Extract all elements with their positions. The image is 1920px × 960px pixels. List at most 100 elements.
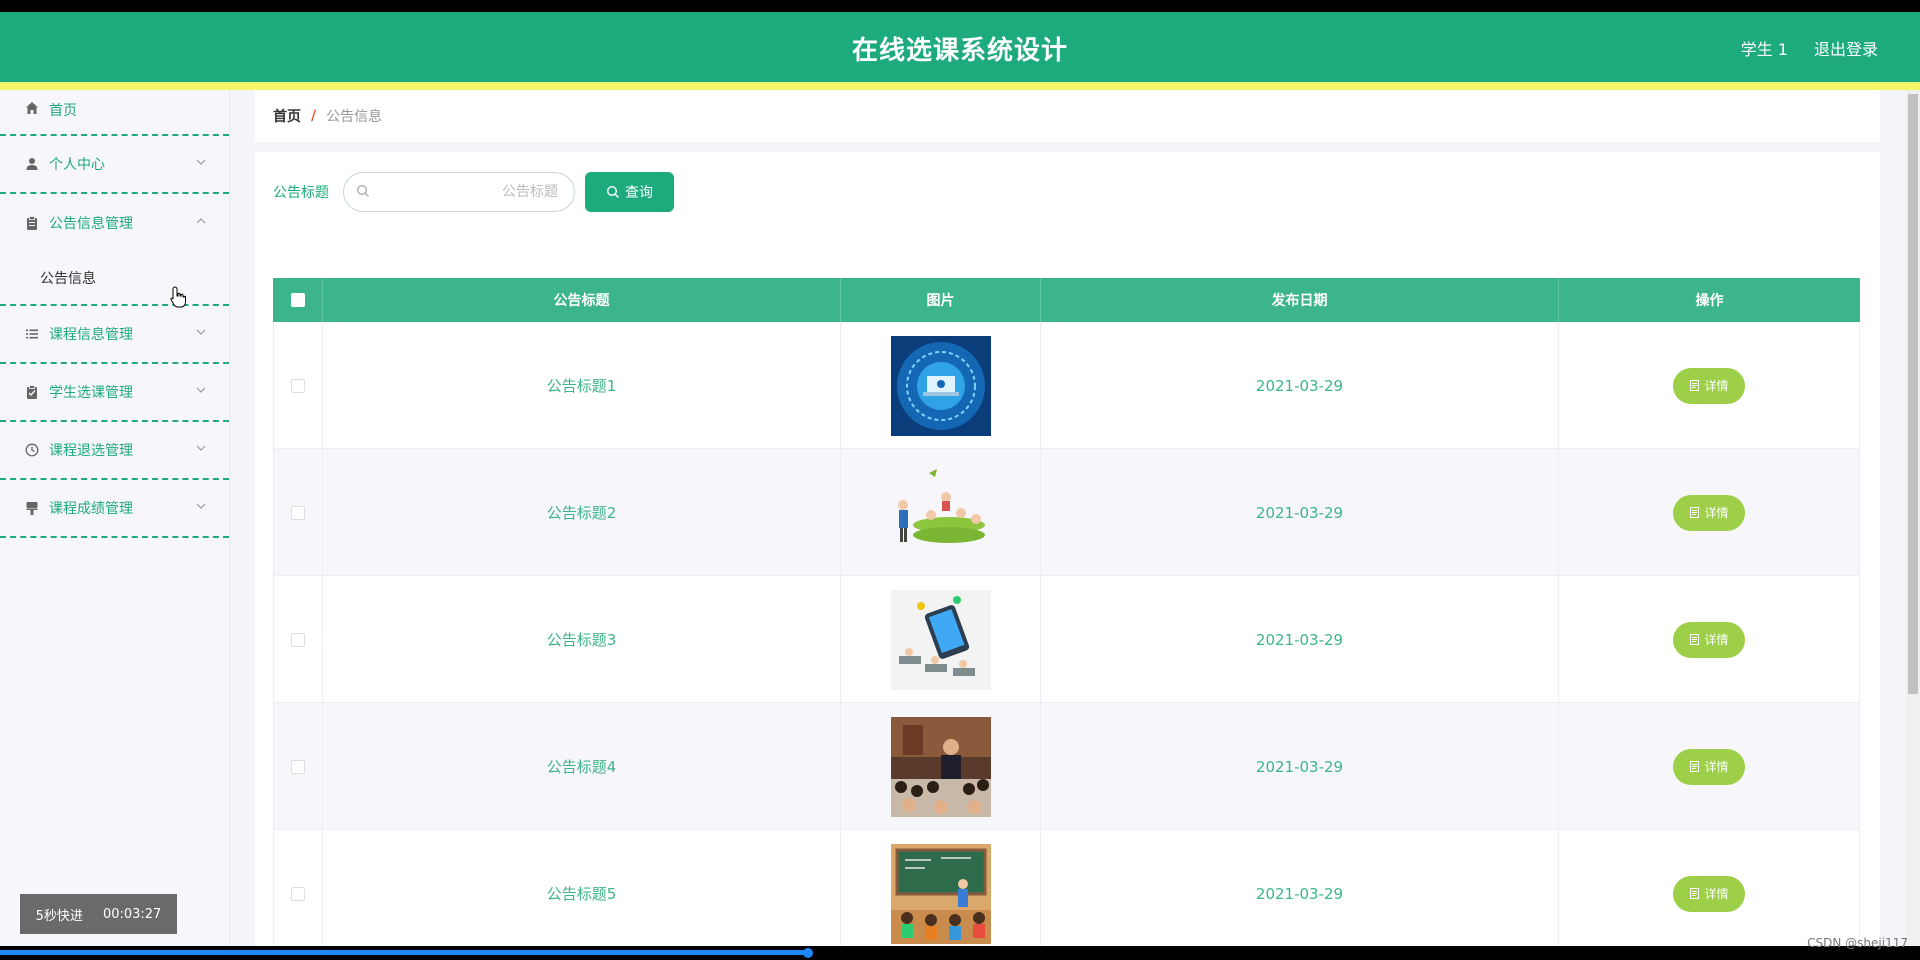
- list-icon: [24, 326, 40, 342]
- row-checkbox[interactable]: [291, 759, 305, 774]
- fast-forward-label: 5秒快进: [35, 908, 83, 924]
- scrollbar-thumb[interactable]: [1908, 94, 1918, 694]
- chevron-down-icon: [195, 384, 207, 396]
- search-field[interactable]: [343, 172, 575, 212]
- current-user[interactable]: 学生 1: [1741, 36, 1788, 60]
- watermark: CSDN @sheji117: [1807, 936, 1908, 950]
- header-select-all: [273, 278, 323, 322]
- document-icon: [1690, 507, 1700, 518]
- notice-table: 公告标题 图片 发布日期 操作 公告标题1 2021-03-29 详情 公告标题…: [273, 278, 1860, 946]
- detail-button-label: 详情: [1704, 760, 1729, 774]
- main-content: 首页 / 公告信息 公告标题 查询 公告标题 图片 发布日期: [255, 90, 1880, 946]
- detail-button[interactable]: 详情: [1673, 367, 1745, 404]
- document-icon: [1690, 761, 1700, 772]
- table-row: 公告标题1 2021-03-29 详情: [273, 322, 1860, 449]
- sidebar-item-label: 课程信息管理: [49, 327, 133, 343]
- hand-cursor-icon: [170, 286, 186, 313]
- detail-button[interactable]: 详情: [1673, 748, 1745, 785]
- app-title: 在线选课系统设计: [851, 36, 1068, 66]
- notice-title[interactable]: 公告标题4: [547, 756, 617, 777]
- detail-button-label: 详情: [1704, 887, 1729, 901]
- breadcrumb-separator: /: [311, 108, 317, 124]
- app-header: 在线选课系统设计 学生 1 退出登录: [0, 12, 1920, 82]
- sidebar-item-notice-management[interactable]: 公告信息管理: [0, 194, 229, 252]
- search-icon: [356, 184, 370, 198]
- breadcrumb-home[interactable]: 首页: [273, 106, 301, 126]
- document-icon: [1690, 888, 1700, 899]
- sidebar-subitem-label: 公告信息: [40, 271, 96, 287]
- table-row: 公告标题4 2021-03-29 详情: [273, 703, 1860, 830]
- video-progress-bar[interactable]: [0, 946, 1920, 960]
- table-header: 公告标题 图片 发布日期 操作: [273, 278, 1860, 322]
- row-checkbox[interactable]: [291, 378, 305, 393]
- brush-icon: [24, 500, 40, 516]
- sidebar-item-label: 课程成绩管理: [49, 501, 133, 517]
- fast-forward-overlay[interactable]: 5秒快进 00:03:27: [20, 894, 177, 934]
- classroom-cartoon-image: [890, 462, 991, 563]
- row-checkbox[interactable]: [291, 886, 305, 901]
- chevron-down-icon: [195, 156, 207, 168]
- search-icon: [606, 185, 619, 198]
- search-label: 公告标题: [273, 185, 329, 201]
- sidebar-item-home[interactable]: 首页: [0, 90, 229, 136]
- sidebar: 首页 个人中心 公告信息管理 公告信息 课程信息管理 学生选课管理 课程退选管理…: [0, 90, 230, 946]
- window-top-edge: [0, 0, 1920, 12]
- row-checkbox[interactable]: [291, 505, 305, 520]
- detail-button[interactable]: 详情: [1673, 494, 1745, 531]
- publish-date: 2021-03-29: [1255, 630, 1344, 649]
- chevron-up-icon: [195, 215, 207, 227]
- publish-date: 2021-03-29: [1255, 503, 1344, 522]
- notice-title[interactable]: 公告标题5: [547, 883, 617, 904]
- technology-laptop-image: [890, 335, 991, 436]
- sidebar-item-course-management[interactable]: 课程信息管理: [0, 306, 229, 364]
- publish-date: 2021-03-29: [1255, 884, 1344, 903]
- row-checkbox[interactable]: [291, 632, 305, 647]
- table-row: 公告标题5 2021-03-29 详情: [273, 830, 1860, 946]
- clipboard-check-icon: [24, 384, 40, 400]
- document-icon: [1690, 634, 1700, 645]
- chevron-down-icon: [195, 500, 207, 512]
- search-input[interactable]: [378, 181, 558, 203]
- publish-date: 2021-03-29: [1255, 376, 1344, 395]
- query-button-label: 查询: [625, 185, 653, 201]
- sidebar-item-course-grades[interactable]: 课程成绩管理: [0, 480, 229, 538]
- sidebar-item-label: 课程退选管理: [49, 443, 133, 459]
- detail-button[interactable]: 详情: [1673, 621, 1745, 658]
- progress-fill: [0, 950, 808, 955]
- column-header-image: 图片: [841, 278, 1041, 322]
- notice-title[interactable]: 公告标题1: [547, 375, 617, 396]
- detail-button[interactable]: 详情: [1673, 875, 1745, 912]
- query-button[interactable]: 查询: [585, 172, 674, 212]
- column-header-actions: 操作: [1695, 293, 1724, 309]
- chevron-down-icon: [195, 442, 207, 454]
- page-scrollbar[interactable]: [1906, 90, 1920, 946]
- sidebar-item-course-selection[interactable]: 学生选课管理: [0, 364, 229, 422]
- column-header-date: 发布日期: [1041, 278, 1559, 322]
- app-body: 首页 个人中心 公告信息管理 公告信息 课程信息管理 学生选课管理 课程退选管理…: [0, 90, 1920, 946]
- progress-knob[interactable]: [803, 948, 813, 958]
- notice-list-panel: 公告标题 查询 公告标题 图片 发布日期 操作: [255, 152, 1880, 946]
- select-all-checkbox[interactable]: [290, 293, 305, 307]
- breadcrumb-current: 公告信息: [326, 109, 383, 125]
- sidebar-subitem-notice-info[interactable]: 公告信息: [0, 252, 229, 306]
- detail-button-label: 详情: [1704, 506, 1729, 520]
- sidebar-item-personal-center[interactable]: 个人中心: [0, 136, 229, 194]
- notice-title[interactable]: 公告标题3: [547, 629, 617, 650]
- online-class-cartoon-image: [890, 589, 991, 690]
- home-icon: [24, 100, 40, 116]
- notice-title[interactable]: 公告标题2: [547, 502, 617, 523]
- logout-link[interactable]: 退出登录: [1814, 36, 1878, 60]
- playback-time: 00:03:27: [102, 906, 162, 922]
- column-header-title: 公告标题: [323, 278, 841, 322]
- user-icon: [24, 156, 40, 172]
- sidebar-item-label: 公告信息管理: [49, 216, 133, 232]
- sidebar-item-label: 学生选课管理: [49, 385, 133, 401]
- clipboard-icon: [24, 215, 40, 231]
- chevron-down-icon: [195, 326, 207, 338]
- document-icon: [1690, 380, 1700, 391]
- book-report-classroom-image: [890, 843, 991, 944]
- sidebar-item-course-withdrawal[interactable]: 课程退选管理: [0, 422, 229, 480]
- breadcrumb: 首页 / 公告信息: [255, 90, 1880, 142]
- detail-button-label: 详情: [1704, 633, 1729, 647]
- sidebar-item-label: 个人中心: [49, 157, 105, 173]
